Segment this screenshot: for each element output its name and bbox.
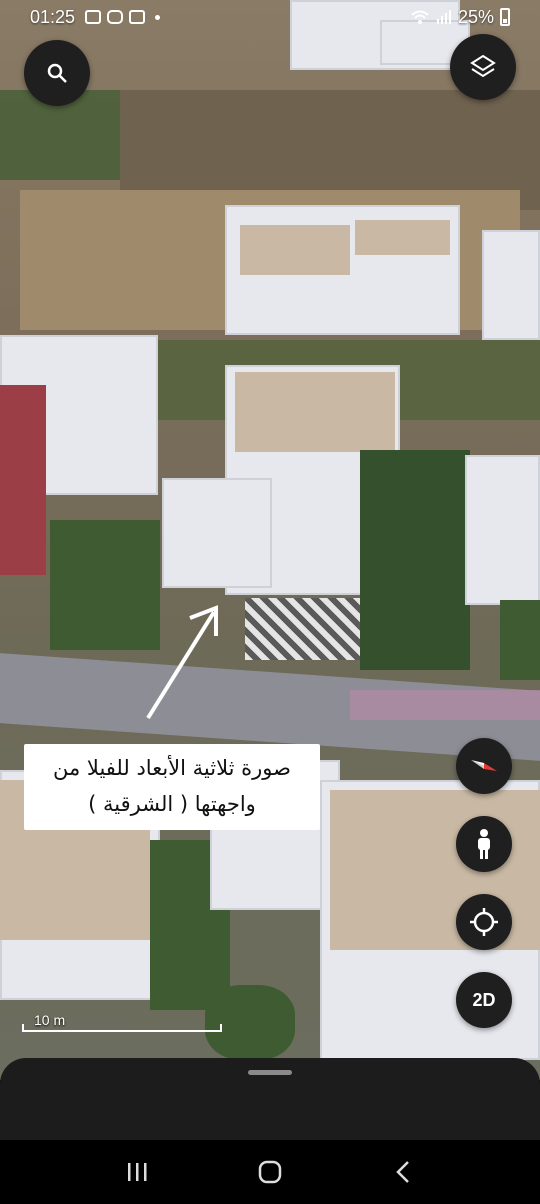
gallery-icon xyxy=(85,10,102,24)
search-icon xyxy=(47,63,67,83)
villa-roof xyxy=(235,372,395,452)
layers-button[interactable] xyxy=(450,34,516,100)
back-icon xyxy=(396,1161,410,1183)
villa-patio xyxy=(245,598,360,660)
instagram-icon xyxy=(107,10,124,24)
map-roof xyxy=(355,220,450,255)
map-curb xyxy=(350,690,540,720)
scale-bar xyxy=(22,1024,222,1032)
map-building xyxy=(465,455,540,605)
battery-percent: 25% xyxy=(457,6,494,27)
status-right: 25% xyxy=(410,7,510,28)
map-roof xyxy=(240,225,350,275)
my-location-button[interactable] xyxy=(456,894,512,950)
photos-icon xyxy=(129,10,146,24)
map-building xyxy=(0,385,46,575)
map-building xyxy=(482,230,540,340)
map-caption: صورة ثلاثية الأبعاد للفيلا من واجهتها ( … xyxy=(24,744,320,830)
recents-button[interactable] xyxy=(117,1152,157,1192)
sheet-drag-handle[interactable] xyxy=(248,1070,292,1075)
battery-icon xyxy=(500,8,510,26)
compass-icon xyxy=(471,760,497,771)
layers-icon xyxy=(470,54,496,78)
bottom-sheet[interactable] xyxy=(0,1058,540,1140)
status-time: 01:25 xyxy=(30,6,76,27)
view-mode-button[interactable]: 2D xyxy=(456,972,512,1028)
system-nav-bar xyxy=(0,1140,540,1204)
signal-icon xyxy=(436,10,451,24)
compass-button[interactable] xyxy=(456,738,512,794)
back-button[interactable] xyxy=(383,1152,423,1192)
annotation-arrow xyxy=(146,605,218,720)
street-view-icon xyxy=(478,829,490,859)
home-icon xyxy=(258,1160,282,1184)
scale-indicator: 10 m xyxy=(22,1012,222,1034)
more-notifications-icon xyxy=(155,14,161,20)
notification-icons xyxy=(85,10,161,24)
my-location-icon xyxy=(470,908,498,936)
map-vegetation xyxy=(360,450,470,670)
recents-icon xyxy=(127,1163,147,1181)
home-button[interactable] xyxy=(250,1152,290,1192)
street-view-button[interactable] xyxy=(456,816,512,872)
villa-wing xyxy=(162,478,272,588)
search-button[interactable] xyxy=(24,40,90,106)
wifi-icon xyxy=(411,10,429,24)
map-vegetation xyxy=(500,600,540,680)
status-bar: 01:25 25% xyxy=(0,0,540,34)
